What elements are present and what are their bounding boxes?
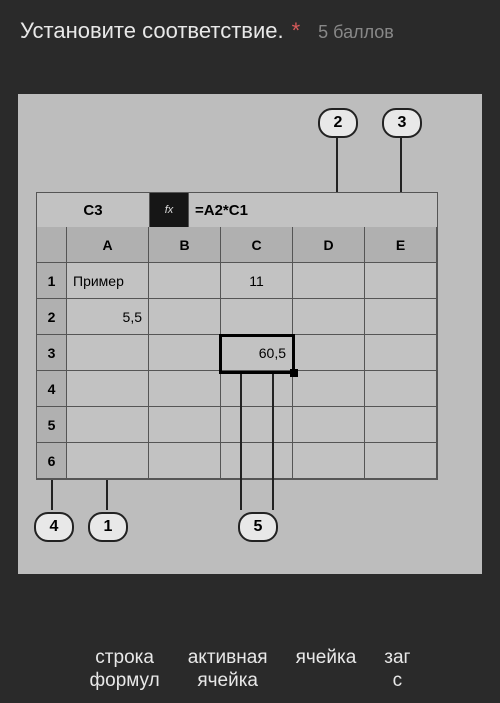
answer-option-3[interactable]: ячейка	[296, 646, 357, 694]
required-asterisk: *	[292, 18, 301, 44]
callout-label: 5	[254, 518, 263, 536]
cell-C6	[221, 443, 293, 479]
callout-line-2	[336, 136, 338, 198]
callout-label: 3	[398, 114, 407, 132]
row-header-4: 4	[37, 371, 67, 407]
corner-cell	[37, 227, 67, 263]
cell-C2	[221, 299, 293, 335]
row-header-3: 3	[37, 335, 67, 371]
cell-A2: 5,5	[67, 299, 149, 335]
cell-E4	[365, 371, 437, 407]
callout-label: 4	[50, 518, 59, 536]
fx-icon: fx	[150, 193, 188, 227]
cell-B6	[149, 443, 221, 479]
row-header-5: 5	[37, 407, 67, 443]
callout-bubble-5: 5	[238, 512, 278, 542]
cell-E6	[365, 443, 437, 479]
cell-D6	[293, 443, 365, 479]
question-header: Установите соответствие. * 5 баллов	[0, 0, 500, 54]
cell-D2	[293, 299, 365, 335]
cell-C3: 60,5	[221, 335, 293, 371]
cell-E2	[365, 299, 437, 335]
name-box: C3	[37, 193, 150, 227]
row-header-1: 1	[37, 263, 67, 299]
callout-label: 2	[334, 114, 343, 132]
cell-E5	[365, 407, 437, 443]
row-header-6: 6	[37, 443, 67, 479]
col-header-B: B	[149, 227, 221, 263]
row-header-2: 2	[37, 299, 67, 335]
cell-A4	[67, 371, 149, 407]
callout-line-4	[51, 480, 53, 510]
col-header-A: A	[67, 227, 149, 263]
col-header-E: E	[365, 227, 437, 263]
cell-E1	[365, 263, 437, 299]
cell-B3	[149, 335, 221, 371]
col-header-C: C	[221, 227, 293, 263]
diagram-image: 2 3 C3 fx =A2*C1 A B C D E 1 Пример 11 2…	[18, 94, 482, 574]
grid: A B C D E 1 Пример 11 2 5,5 3 60,5 4	[37, 227, 437, 479]
cell-C5	[221, 407, 293, 443]
callout-bubble-4: 4	[34, 512, 74, 542]
cell-A6	[67, 443, 149, 479]
callout-line-5a	[240, 374, 242, 510]
formula-input: =A2*C1	[188, 193, 437, 227]
cell-B1	[149, 263, 221, 299]
col-header-D: D	[293, 227, 365, 263]
cell-B4	[149, 371, 221, 407]
answer-option-1[interactable]: строка формул	[90, 646, 160, 694]
cell-B5	[149, 407, 221, 443]
callout-label: 1	[104, 518, 113, 536]
cell-B2	[149, 299, 221, 335]
answer-option-4[interactable]: заг с	[384, 646, 410, 694]
cell-D3	[293, 335, 365, 371]
cell-A3	[67, 335, 149, 371]
callout-line-1	[106, 480, 108, 510]
callout-bubble-3: 3	[382, 108, 422, 138]
cell-D1	[293, 263, 365, 299]
question-title: Установите соответствие.	[20, 18, 284, 44]
cell-E3	[365, 335, 437, 371]
callout-bubble-2: 2	[318, 108, 358, 138]
cell-C1: 11	[221, 263, 293, 299]
answer-options-row: строка формул активная ячейка ячейка заг…	[0, 646, 500, 694]
cell-C4	[221, 371, 293, 407]
points-label: 5 баллов	[318, 22, 394, 43]
cell-D5	[293, 407, 365, 443]
cell-D4	[293, 371, 365, 407]
callout-bubble-1: 1	[88, 512, 128, 542]
answer-option-2[interactable]: активная ячейка	[188, 646, 268, 694]
cell-A1: Пример	[67, 263, 149, 299]
spreadsheet: C3 fx =A2*C1 A B C D E 1 Пример 11 2 5,5…	[36, 192, 438, 480]
cell-A5	[67, 407, 149, 443]
callout-line-5b	[272, 374, 274, 510]
formula-bar: C3 fx =A2*C1	[37, 193, 437, 227]
